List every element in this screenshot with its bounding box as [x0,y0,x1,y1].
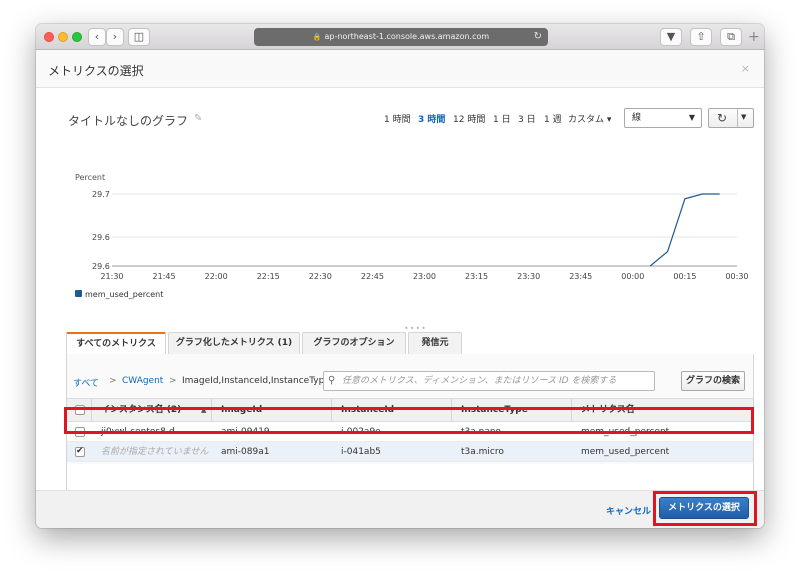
time-range-3d[interactable]: 3 日 [518,112,536,125]
modal-title: メトリクスの選択 [48,64,144,78]
refresh-icon: ↻ [717,111,728,125]
highlight-box-select-button [653,491,757,526]
browser-titlebar: ‹ › ◫ 🔒 ap-northeast-1.console.aws.amazon… [36,24,764,50]
highlight-box-selected-row [64,407,754,434]
graph-search-button[interactable]: グラフの検索 [681,371,745,391]
time-range-12h[interactable]: 12 時間 [453,112,485,125]
cell-metric-name: mem_used_percent [581,447,670,457]
x-tick-label: 22:30 [309,272,332,281]
x-tick-label: 23:00 [413,272,436,281]
search-input[interactable] [342,374,648,388]
cell-image-id: ami-089a1 [221,447,270,457]
new-tab-icon[interactable]: + [748,29,760,45]
line-chart: Percent29.729.629.621:30 21:45 22:00 22:15 2… [75,173,749,299]
cell-instance-id: i-041ab5 [341,447,381,457]
y-tick-label: 29.6 [92,262,110,271]
browser-window: ‹ › ◫ 🔒 ap-northeast-1.console.aws.amazon… [36,24,764,528]
x-tick-label: 22:15 [257,272,280,281]
graph-title[interactable]: タイトルなしのグラフ [68,112,188,129]
metric-search[interactable]: ⚲ [323,371,655,391]
legend-swatch [75,290,82,297]
x-tick-label: 23:15 [465,272,488,281]
cancel-button[interactable]: キャンセル [606,504,651,517]
series-line-mem-used-percent [649,193,720,267]
x-tick-label: 00:30 [725,272,748,281]
refresh-options-caret-icon[interactable]: ▼ [741,113,746,121]
chart-type-value: 線 [632,113,642,123]
x-tick-label: 22:45 [361,272,384,281]
close-window-button[interactable] [44,32,54,42]
cell-instance-type: t3a.micro [461,447,504,457]
tab-graphed-metrics[interactable]: グラフ化したメトリクス (1) [168,332,300,354]
back-icon[interactable]: ‹ [88,28,106,46]
sidebar-icon[interactable]: ◫ [128,28,150,46]
time-range-1d[interactable]: 1 日 [493,112,511,125]
address-bar[interactable]: 🔒 ap-northeast-1.console.aws.amazon.com ↻ [254,28,548,46]
download-icon[interactable]: ▼ [660,28,682,46]
share-icon[interactable]: ⇧ [690,28,712,46]
chevron-down-icon: ▼ [688,113,695,122]
legend-label: mem_used_percent [85,290,163,299]
time-range-1h[interactable]: 1 時間 [384,112,411,125]
row-checkbox-checked[interactable] [75,446,85,457]
tab-graph-options[interactable]: グラフのオプション [302,332,406,354]
x-tick-label: 00:15 [673,272,696,281]
pencil-icon[interactable]: ✎ [194,113,202,124]
refresh-button[interactable]: ↻ ▼ [708,108,754,128]
lock-icon: 🔒 [312,33,322,41]
time-range-1w[interactable]: 1 週 [544,112,562,125]
x-tick-label: 22:00 [205,272,228,281]
time-range-custom[interactable]: カスタム ▾ [568,112,611,125]
zoom-window-button[interactable] [72,32,82,42]
y-tick-label: 29.7 [92,190,110,199]
breadcrumb-dimension: ImageId,InstanceId,InstanceType [182,376,330,386]
table-row-selected[interactable]: 名前が指定されていません ami-089a1 i-041ab5 t3a.micr… [67,442,753,462]
tab-all-metrics[interactable]: すべてのメトリクス [66,332,166,355]
close-icon[interactable]: × [741,62,750,75]
minimize-window-button[interactable] [58,32,68,42]
y-tick-label: 29.6 [92,233,110,242]
x-tick-label: 21:45 [153,272,176,281]
breadcrumb-all[interactable]: すべて [73,376,99,389]
tab-source[interactable]: 発信元 [408,332,462,354]
y-axis-label: Percent [75,173,105,182]
x-tick-label: 00:00 [621,272,644,281]
forward-icon[interactable]: › [106,28,124,46]
chart-type-select[interactable]: 線 ▼ [624,108,702,128]
address-url: ap-northeast-1.console.aws.amazon.com [324,32,490,41]
breadcrumb-separator: > [169,376,177,386]
x-tick-label: 23:30 [517,272,540,281]
x-tick-label: 21:30 [100,272,123,281]
time-range-3h[interactable]: 3 時間 [418,112,445,125]
tabs-icon[interactable]: ⧉ [720,28,742,46]
search-icon: ⚲ [328,375,336,386]
cell-instance-name: 名前が指定されていません [101,447,209,457]
reload-icon[interactable]: ↻ [534,28,542,46]
breadcrumb-namespace[interactable]: CWAgent [122,376,163,386]
breadcrumb-separator: > [109,376,117,386]
modal-header: メトリクスの選択 × [36,50,764,88]
x-tick-label: 23:45 [569,272,592,281]
